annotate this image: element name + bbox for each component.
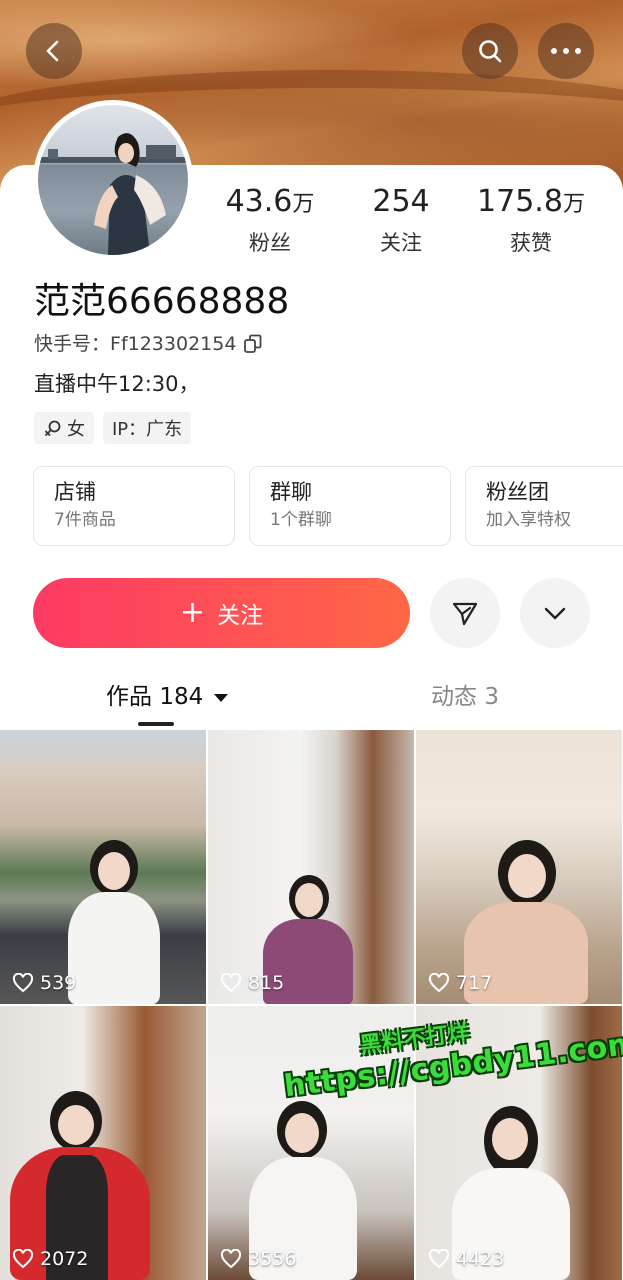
female-icon (45, 420, 61, 436)
search-icon (479, 40, 502, 63)
profile-name: 范范66668888 (34, 281, 290, 322)
chevron-down-icon (544, 607, 566, 620)
following-label: 关注 (380, 231, 422, 255)
like-count-value: 4423 (456, 1248, 505, 1270)
like-count-value: 539 (40, 972, 77, 994)
kuaishou-id: Ff123302154 (110, 333, 237, 355)
expand-button[interactable] (520, 578, 590, 648)
more-icon (551, 48, 581, 54)
video-grid: 539 815 717 2072 3556 4423 (0, 730, 623, 1280)
message-button[interactable] (430, 578, 500, 648)
heart-icon (220, 1249, 242, 1269)
like-count-value: 3556 (248, 1248, 297, 1270)
tab-dynamic-label: 动态 (431, 684, 477, 710)
tab-dynamic[interactable]: 动态 3 (431, 680, 499, 714)
person-figure (60, 840, 170, 1004)
stat-following[interactable]: 254 关注 (331, 182, 471, 257)
like-count-value: 815 (248, 972, 285, 994)
heart-icon (220, 973, 242, 993)
entry-group-chat-sub: 1个群聊 (270, 510, 332, 530)
entry-shop[interactable]: 店铺 7件商品 (33, 466, 235, 546)
entry-fan-club[interactable]: 粉丝团 加入享特权 (465, 466, 623, 546)
heart-icon (12, 973, 34, 993)
tab-active-indicator (138, 722, 174, 726)
like-count: 4423 (428, 1248, 504, 1270)
entry-group-chat-title: 群聊 (270, 480, 312, 504)
video-thumbnail[interactable]: 717 (416, 730, 622, 1004)
like-count: 717 (428, 972, 492, 994)
likes-count: 175.8 (477, 184, 563, 219)
more-button[interactable] (538, 23, 594, 79)
like-count: 2072 (12, 1248, 88, 1270)
tab-works[interactable]: 作品 184 (106, 680, 229, 714)
back-button[interactable] (26, 23, 82, 79)
video-thumbnail[interactable]: 539 (0, 730, 206, 1004)
ip-tag: IP：广东 (103, 412, 192, 444)
profile-bio: 直播中午12:30， (34, 372, 200, 396)
entry-fan-club-sub: 加入享特权 (486, 510, 571, 530)
kuaishou-id-label: 快手号： (34, 333, 111, 355)
gender-tag: 女 (34, 412, 94, 444)
tab-works-count: 184 (159, 684, 204, 710)
likes-unit: 万 (562, 192, 585, 217)
like-count: 3556 (220, 1248, 296, 1270)
like-count: 815 (220, 972, 284, 994)
entry-group-chat[interactable]: 群聊 1个群聊 (249, 466, 451, 546)
following-count: 254 (372, 184, 430, 219)
video-thumbnail[interactable]: 2072 (0, 1006, 206, 1280)
heart-icon (428, 973, 450, 993)
follow-button[interactable]: + 关注 (33, 578, 410, 648)
follow-label: 关注 (217, 603, 264, 629)
kuaishou-id-row: 快手号： Ff123302154 (34, 330, 264, 358)
entry-fan-club-title: 粉丝团 (486, 480, 549, 504)
entry-shop-sub: 7件商品 (54, 510, 116, 530)
search-button[interactable] (462, 23, 518, 79)
tab-works-label: 作品 (106, 684, 152, 710)
like-count-value: 717 (456, 972, 493, 994)
entry-shop-title: 店铺 (54, 480, 96, 504)
followers-count: 43.6 (225, 184, 293, 219)
heart-icon (12, 1249, 34, 1269)
heart-icon (428, 1249, 450, 1269)
followers-label: 粉丝 (249, 231, 291, 255)
send-icon (452, 602, 478, 626)
gender-tag-text: 女 (67, 419, 85, 440)
stat-likes[interactable]: 175.8万 获赞 (461, 182, 601, 257)
like-count: 539 (12, 972, 76, 994)
ip-tag-text: IP：广东 (112, 419, 183, 440)
caret-down-icon (213, 694, 228, 702)
plus-icon: + (179, 595, 206, 630)
tab-dynamic-count: 3 (484, 684, 499, 710)
avatar[interactable] (33, 100, 193, 260)
avatar-photo (38, 133, 188, 255)
likes-label: 获赞 (510, 231, 552, 255)
like-count-value: 2072 (40, 1248, 89, 1270)
stat-followers[interactable]: 43.6万 粉丝 (200, 182, 340, 257)
back-arrow-icon (46, 40, 59, 62)
copy-icon[interactable] (242, 333, 264, 355)
followers-unit: 万 (292, 192, 315, 217)
video-thumbnail[interactable]: 815 (208, 730, 414, 1004)
